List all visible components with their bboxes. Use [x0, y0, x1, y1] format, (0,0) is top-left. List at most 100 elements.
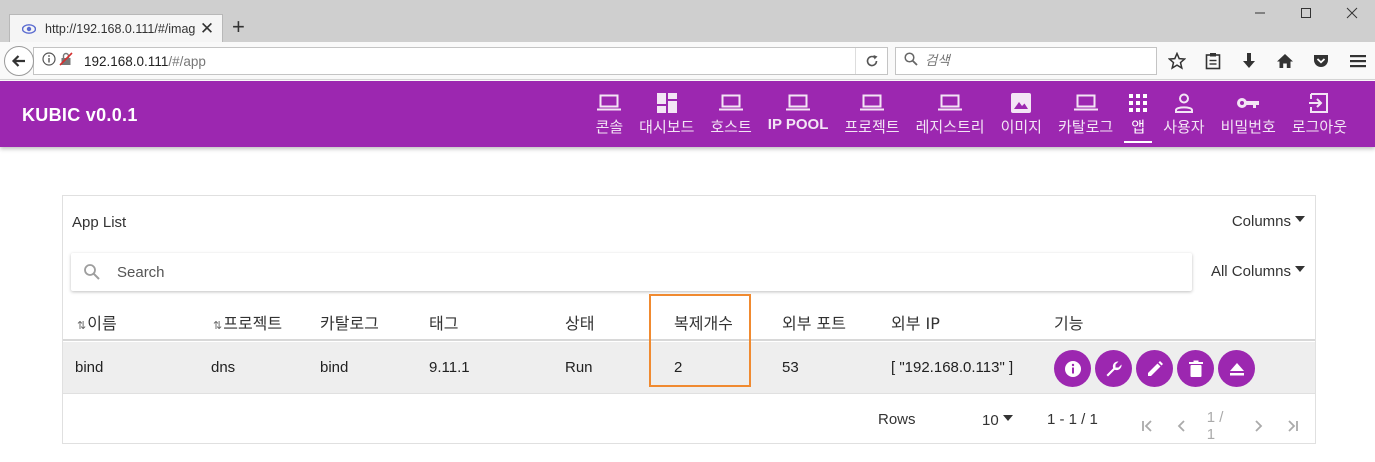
close-tab-icon[interactable]: ✕: [198, 19, 216, 38]
table-row[interactable]: bind dns bind 9.11.1 Run 2 53 [ "192.168…: [63, 342, 1315, 394]
next-page-icon[interactable]: [1247, 416, 1269, 436]
reading-list-icon[interactable]: [1202, 51, 1224, 71]
main-menu: 콘솔 대시보드 호스트 IP POOL 프로젝트 레지스트리 이미지 카탈로그: [588, 81, 1355, 147]
col-header-tag: 태그: [429, 314, 459, 333]
menu-label: 이미지: [1000, 118, 1042, 136]
browser-toolbar: [1166, 51, 1332, 71]
laptop-icon: [597, 92, 622, 114]
card-title: App List: [72, 214, 127, 231]
info-circle-icon[interactable]: [42, 51, 56, 71]
home-icon[interactable]: [1274, 51, 1296, 71]
browser-search-input[interactable]: [925, 53, 1145, 69]
search-icon: [83, 263, 103, 281]
app-list-card: App List Columns All Columns ⇅이름 ⇅프로젝트 카…: [62, 195, 1316, 444]
back-button[interactable]: [4, 46, 34, 76]
cell-replicas: 2: [674, 359, 683, 376]
browser-tab[interactable]: http://192.168.0.111/#/imag ✕: [9, 14, 223, 42]
row-actions: [1054, 350, 1255, 387]
prev-page-icon[interactable]: [1171, 416, 1193, 436]
last-page-icon[interactable]: [1281, 416, 1303, 436]
delete-button[interactable]: [1177, 350, 1214, 387]
columns-dropdown[interactable]: Columns: [1232, 213, 1305, 230]
maximize-icon[interactable]: [1283, 0, 1329, 26]
table-search-input[interactable]: [117, 263, 1117, 281]
bookmark-star-icon[interactable]: [1166, 51, 1188, 71]
columns-label: Columns: [1231, 213, 1291, 230]
menu-label: 앱: [1131, 118, 1146, 136]
menu-item-host[interactable]: 호스트: [702, 81, 759, 147]
all-columns-label: All Columns: [1210, 263, 1291, 280]
menu-item-project[interactable]: 프로젝트: [836, 81, 907, 147]
browser-navbar: 192.168.0.111/#/app: [0, 42, 1375, 80]
tab-title: http://192.168.0.111/#/imag: [45, 21, 196, 36]
cell-name: bind: [75, 359, 104, 376]
app-brand[interactable]: KUBIC v0.0.1: [22, 105, 138, 126]
search-icon: [904, 51, 918, 71]
menu-label: 프로젝트: [844, 118, 900, 136]
edit-button[interactable]: [1136, 350, 1173, 387]
table-header: ⇅이름 ⇅프로젝트 카탈로그 태그 상태 복제개수 외부 포트 외부 IP 기능: [63, 301, 1315, 341]
eject-icon: [1229, 362, 1244, 375]
all-columns-dropdown[interactable]: All Columns: [1211, 263, 1305, 280]
dashboard-icon: [656, 92, 677, 114]
window-controls: [1237, 0, 1375, 26]
arrow-left-icon: [11, 55, 25, 67]
cell-ext-port: 53: [782, 359, 799, 376]
col-header-project[interactable]: ⇅프로젝트: [213, 310, 282, 334]
menu-item-logout[interactable]: 로그아웃: [1284, 81, 1355, 147]
pocket-icon[interactable]: [1310, 51, 1332, 71]
first-page-icon[interactable]: [1137, 416, 1159, 436]
cell-ext-ip: [ "192.168.0.113" ]: [891, 359, 1014, 376]
laptop-icon: [786, 92, 811, 114]
menu-item-app[interactable]: 앱: [1121, 81, 1155, 147]
table-search-box[interactable]: [71, 253, 1192, 291]
sort-icon: ⇅: [213, 319, 223, 332]
caret-down-icon: [1295, 265, 1305, 272]
menu-item-image[interactable]: 이미지: [993, 81, 1050, 147]
menu-item-catalog[interactable]: 카탈로그: [1050, 81, 1121, 147]
col-header-name[interactable]: ⇅이름: [77, 310, 117, 334]
menu-label: 호스트: [710, 118, 752, 136]
sort-icon: ⇅: [77, 319, 87, 332]
person-icon: [1174, 92, 1194, 114]
menu-item-dashboard[interactable]: 대시보드: [631, 81, 702, 147]
new-tab-button[interactable]: +: [232, 16, 245, 38]
browser-search-bar[interactable]: [895, 47, 1157, 75]
menu-item-password[interactable]: 비밀번호: [1213, 81, 1284, 147]
menu-item-console[interactable]: 콘솔: [588, 81, 632, 147]
laptop-icon: [1073, 92, 1098, 114]
laptop-icon: [719, 92, 744, 114]
key-icon: [1236, 92, 1260, 114]
cell-tag: 9.11.1: [429, 359, 470, 376]
minimize-icon[interactable]: [1237, 0, 1283, 26]
menu-item-registry[interactable]: 레지스트리: [908, 81, 993, 147]
laptop-icon: [938, 92, 963, 114]
url-host: 192.168.0.111: [84, 53, 169, 69]
url-text[interactable]: 192.168.0.111/#/app: [84, 54, 855, 69]
reload-icon[interactable]: [855, 48, 887, 74]
download-icon[interactable]: [1238, 51, 1260, 71]
settings-button[interactable]: [1095, 350, 1132, 387]
hamburger-menu-icon[interactable]: [1347, 51, 1369, 71]
menu-label: 비밀번호: [1220, 118, 1276, 136]
url-path: /#/app: [168, 53, 206, 69]
col-header-ext-ip: 외부 IP: [891, 314, 940, 333]
info-button[interactable]: [1054, 350, 1091, 387]
image-icon: [1011, 92, 1032, 114]
col-header-status: 상태: [565, 314, 595, 333]
cell-catalog: bind: [320, 359, 349, 376]
menu-item-ip-pool[interactable]: IP POOL: [760, 81, 837, 147]
url-security-icons: [34, 51, 84, 71]
caret-down-icon: [1002, 414, 1013, 421]
eject-button[interactable]: [1218, 350, 1255, 387]
menu-item-user[interactable]: 사용자: [1155, 81, 1212, 147]
insecure-lock-icon: [59, 51, 73, 71]
table-footer: Rows 10 1 - 1 / 1 1 / 1: [63, 395, 1315, 443]
rows-label: Rows: [878, 411, 916, 428]
menu-label: 레지스트리: [915, 118, 985, 136]
url-bar[interactable]: 192.168.0.111/#/app: [33, 47, 888, 75]
close-window-icon[interactable]: [1329, 0, 1375, 26]
pagination: 1 / 1: [1137, 409, 1315, 443]
info-icon: [1064, 360, 1081, 377]
rows-per-page-select[interactable]: 10: [982, 412, 1013, 429]
